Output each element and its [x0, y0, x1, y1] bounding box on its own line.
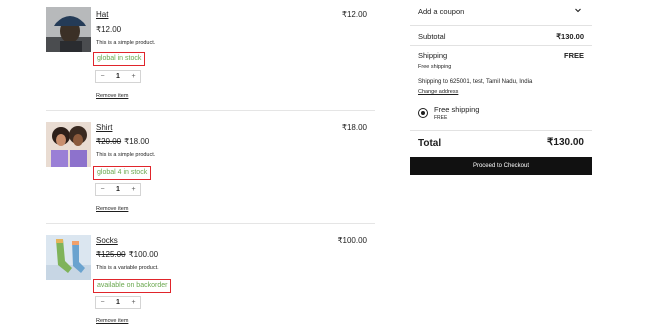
- product-price: ₹125.00 ₹100.00: [96, 250, 158, 259]
- shirt-product-image[interactable]: [46, 122, 91, 167]
- socks-product-image[interactable]: [46, 235, 91, 280]
- quantity-value[interactable]: 1: [112, 186, 125, 193]
- quantity-stepper: − 1 +: [95, 296, 141, 309]
- subtotal-label: Subtotal: [418, 32, 446, 41]
- shipping-address: Shipping to 625001, test, Tamil Nadu, In…: [418, 79, 533, 85]
- current-price: ₹12.00: [96, 25, 122, 34]
- chevron-down-icon[interactable]: [574, 6, 582, 16]
- decrease-quantity-button[interactable]: −: [96, 299, 109, 306]
- increase-quantity-button[interactable]: +: [127, 186, 140, 193]
- product-name-link[interactable]: Socks: [96, 236, 118, 245]
- product-name-link[interactable]: Hat: [96, 10, 108, 19]
- stock-status: available on backorder: [93, 279, 172, 293]
- change-address-link[interactable]: Change address: [418, 89, 458, 95]
- current-price: ₹100.00: [128, 250, 159, 259]
- add-coupon-toggle[interactable]: Add a coupon: [418, 7, 464, 16]
- product-name-link[interactable]: Shirt: [96, 123, 112, 132]
- line-total: ₹100.00: [337, 236, 367, 245]
- shipping-label: Shipping: [418, 51, 448, 60]
- cart-item-shirt: Shirt ₹20.00 ₹18.00 This is a simple prod…: [0, 111, 375, 223]
- product-description: This is a simple product.: [96, 40, 156, 46]
- remove-item-link[interactable]: Remove item: [96, 93, 128, 99]
- hat-product-image[interactable]: [46, 7, 91, 52]
- product-description: This is a variable product.: [96, 265, 159, 271]
- quantity-stepper: − 1 +: [95, 70, 141, 83]
- cart-item-socks: Socks ₹125.00 ₹100.00 This is a variable …: [0, 224, 375, 332]
- cart-item-hat: Hat ₹12.00 This is a simple product. glo…: [0, 0, 375, 110]
- shipping-method-note: Free shipping: [418, 64, 452, 70]
- subtotal-value: ₹130.00: [556, 32, 584, 41]
- decrease-quantity-button[interactable]: −: [96, 186, 109, 193]
- summary-divider: [410, 45, 592, 46]
- product-price: ₹12.00: [96, 25, 121, 34]
- quantity-value[interactable]: 1: [112, 299, 125, 306]
- shipping-option-label[interactable]: Free shipping: [434, 105, 479, 114]
- total-label: Total: [418, 138, 442, 149]
- quantity-stepper: − 1 +: [95, 183, 141, 196]
- summary-divider: [410, 25, 592, 26]
- current-price: ₹18.00: [124, 137, 150, 146]
- increase-quantity-button[interactable]: +: [127, 299, 140, 306]
- original-price: ₹20.00: [96, 137, 122, 146]
- original-price: ₹125.00: [96, 250, 126, 259]
- stock-status: global in stock: [93, 52, 146, 66]
- stock-status: global 4 in stock: [93, 166, 152, 180]
- line-total: ₹18.00: [341, 123, 367, 132]
- line-total: ₹12.00: [341, 10, 367, 19]
- remove-item-link[interactable]: Remove item: [96, 318, 128, 324]
- shipping-value: FREE: [563, 51, 584, 60]
- increase-quantity-button[interactable]: +: [127, 73, 140, 80]
- total-value: ₹130.00: [547, 137, 584, 148]
- proceed-to-checkout-button[interactable]: Proceed to Checkout: [410, 157, 592, 175]
- decrease-quantity-button[interactable]: −: [96, 73, 109, 80]
- quantity-value[interactable]: 1: [112, 73, 125, 80]
- remove-item-link[interactable]: Remove item: [96, 206, 128, 212]
- summary-divider: [410, 130, 592, 131]
- shipping-option-price: FREE: [434, 115, 448, 121]
- product-description: This is a simple product.: [96, 152, 156, 158]
- product-price: ₹20.00 ₹18.00: [96, 137, 149, 146]
- free-shipping-radio[interactable]: [418, 108, 428, 118]
- order-summary: Add a coupon Subtotal ₹130.00 Shipping F…: [410, 0, 592, 332]
